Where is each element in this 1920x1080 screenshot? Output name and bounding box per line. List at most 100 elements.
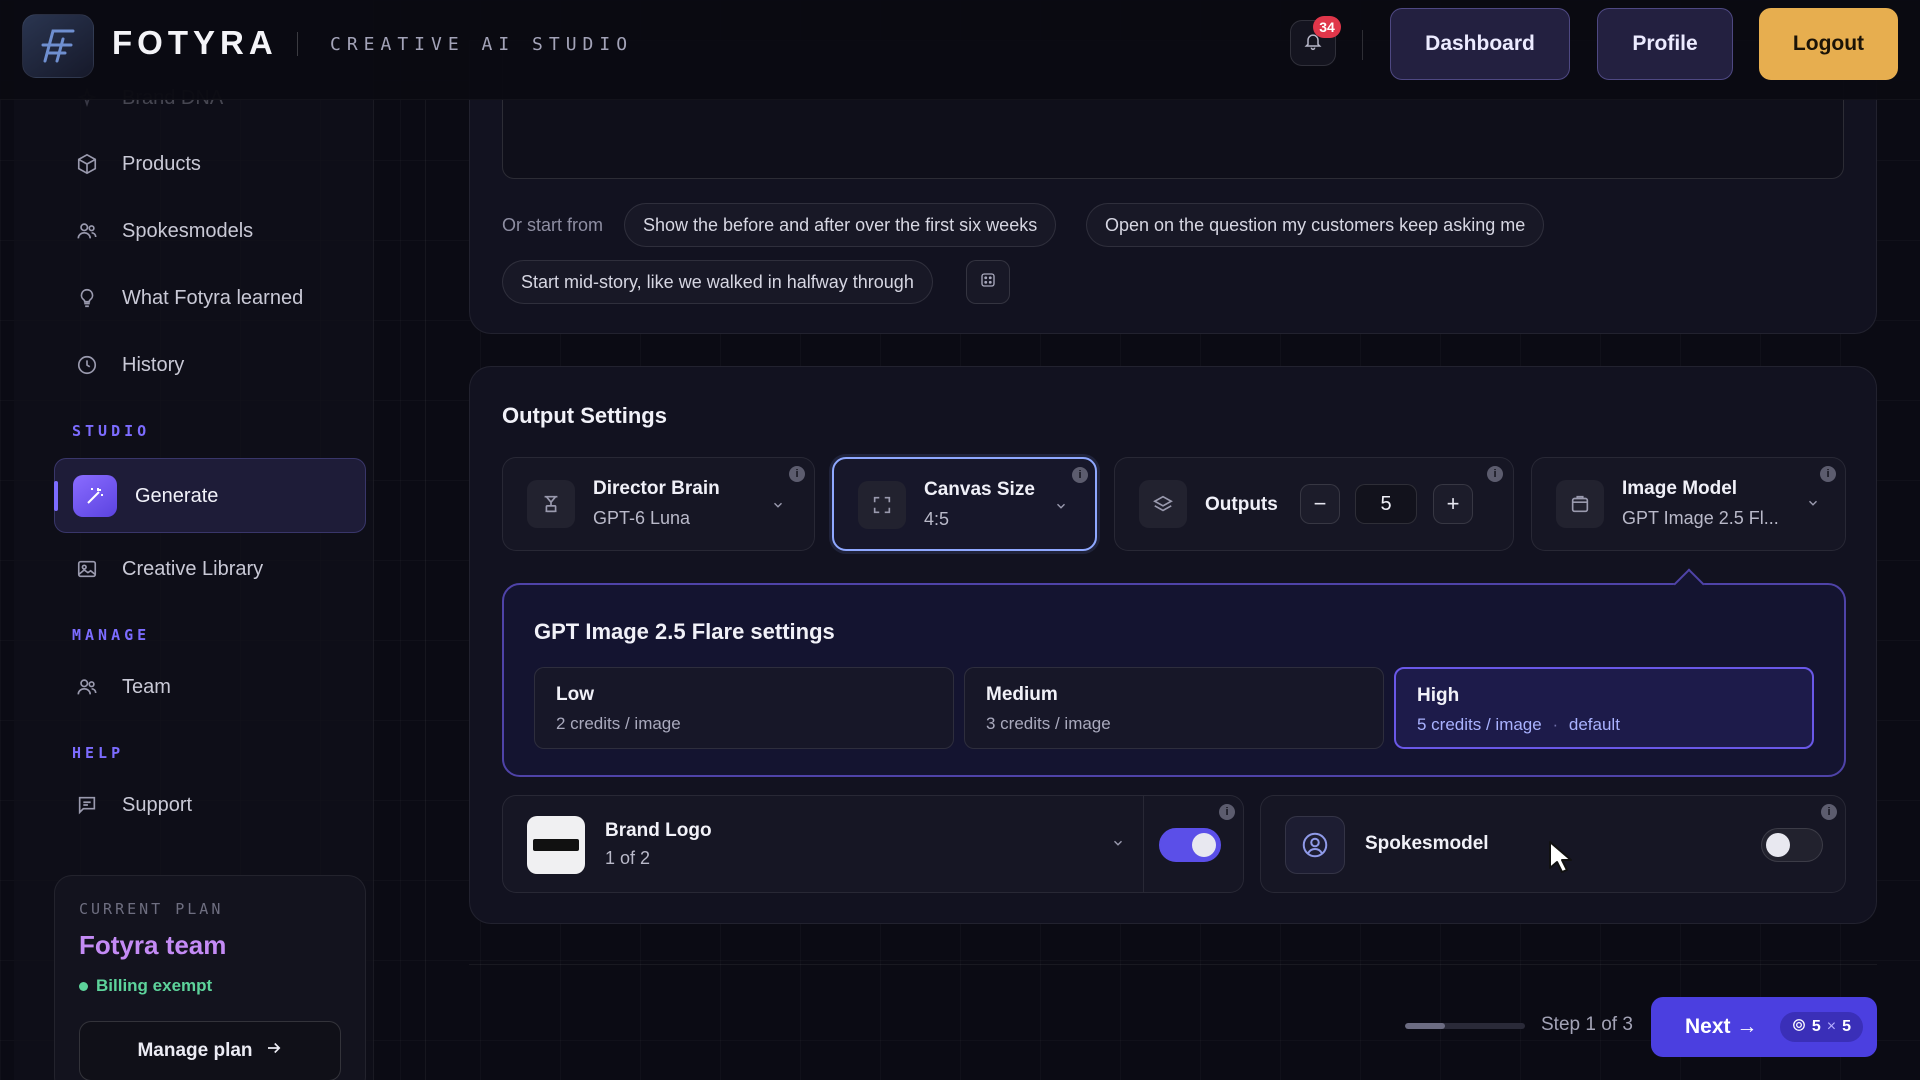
- brain-icon: [527, 480, 575, 528]
- sidebar-item-label: Support: [122, 793, 193, 816]
- brand-tagline: CREATIVE AI STUDIO: [330, 34, 634, 55]
- users-icon: [74, 674, 100, 700]
- footer-divider: [469, 964, 1877, 965]
- outputs-title: Outputs: [1205, 494, 1278, 515]
- dashboard-button[interactable]: Dashboard: [1390, 8, 1570, 80]
- next-label: Next →: [1685, 1015, 1758, 1038]
- sidebar-item-what-fotyra-learned[interactable]: What Fotyra learned: [74, 278, 303, 318]
- multiply-sign: ×: [1826, 1018, 1837, 1035]
- layers-icon: [1139, 480, 1187, 528]
- quality-credits: 2 credits / image: [556, 714, 681, 733]
- manage-plan-label: Manage plan: [137, 1040, 253, 1061]
- chevron-down-icon: [1054, 499, 1068, 518]
- header-divider: [1362, 30, 1363, 60]
- logout-button[interactable]: Logout: [1759, 8, 1898, 80]
- outputs-increment-button[interactable]: +: [1433, 484, 1473, 524]
- plan-name: Fotyra team: [79, 930, 227, 960]
- director-brain-select[interactable]: Director Brain GPT-6 Luna i: [502, 457, 815, 551]
- quality-credits: 5 credits / image · default: [1417, 715, 1620, 735]
- quality-name: Medium: [986, 684, 1058, 705]
- outputs-count-input[interactable]: 5: [1355, 484, 1417, 524]
- expand-icon: [858, 481, 906, 529]
- image-model-select[interactable]: Image Model GPT Image 2.5 Fl... i: [1531, 457, 1846, 551]
- sidebar-item-team[interactable]: Team: [74, 667, 171, 707]
- plan-label: CURRENT PLAN: [79, 900, 224, 918]
- image-model-value: GPT Image 2.5 Fl...: [1622, 508, 1779, 528]
- director-brain-value: GPT-6 Luna: [593, 508, 691, 528]
- suggestion-chip[interactable]: Show the before and after over the first…: [624, 203, 1057, 247]
- top-header: FOTYRA CREATIVE AI STUDIO 34 Dashboard P…: [0, 0, 1920, 100]
- mouse-pointer-icon: [1548, 840, 1574, 879]
- coin-icon: [1792, 1018, 1806, 1037]
- flare-settings-title: GPT Image 2.5 Flare settings: [534, 619, 835, 644]
- quality-credits-text: 5 credits / image: [1417, 715, 1542, 734]
- billing-status: Billing exempt: [79, 976, 212, 996]
- quality-option-high[interactable]: High 5 credits / image · default: [1394, 667, 1814, 749]
- output-settings-title: Output Settings: [502, 403, 667, 428]
- outputs-stepper: Outputs − 5 + i: [1114, 457, 1514, 551]
- image-model-title: Image Model: [1622, 478, 1738, 499]
- shuffle-suggestions-button[interactable]: [966, 260, 1010, 304]
- sidebar-item-spokesmodels[interactable]: Spokesmodels: [74, 211, 253, 251]
- info-icon[interactable]: i: [1072, 467, 1088, 483]
- info-icon[interactable]: i: [1487, 466, 1503, 482]
- sidebar-item-label: History: [122, 353, 185, 376]
- brand-logo-card: Brand Logo 1 of 2 i: [502, 795, 1244, 893]
- quality-name: Low: [556, 684, 594, 705]
- chevron-down-icon: [771, 498, 785, 517]
- spokesmodel-toggle[interactable]: [1761, 828, 1823, 862]
- lightbulb-icon: [74, 285, 100, 311]
- section-label-help: HELP: [72, 744, 125, 762]
- fotyra-logo-icon[interactable]: [22, 14, 94, 78]
- current-plan-card: CURRENT PLAN Fotyra team Billing exempt …: [54, 875, 366, 1080]
- sidebar-item-label: Spokesmodels: [122, 219, 254, 242]
- manage-plan-button[interactable]: Manage plan: [79, 1021, 341, 1080]
- credit-cost-badge: 5 × 5: [1779, 1012, 1863, 1042]
- sidebar-item-label: What Fotyra learned: [122, 286, 304, 309]
- info-icon[interactable]: i: [1219, 804, 1235, 820]
- quality-credits: 3 credits / image: [986, 714, 1111, 733]
- notification-badge: 34: [1313, 16, 1341, 38]
- info-icon[interactable]: i: [789, 466, 805, 482]
- clock-icon: [74, 352, 100, 378]
- step-progress-bar: [1405, 1023, 1525, 1029]
- start-from-label: Or start from: [502, 215, 604, 235]
- sidebar-item-support[interactable]: Support: [74, 785, 192, 825]
- brand-logo-thumbnail: [527, 816, 585, 874]
- brand-logo-count: 1 of 2: [605, 848, 651, 868]
- outputs-decrement-button[interactable]: −: [1300, 484, 1340, 524]
- brand-logo-toggle[interactable]: [1159, 828, 1221, 862]
- brand-logo-title: Brand Logo: [605, 820, 712, 841]
- sidebar-item-products[interactable]: Products: [74, 144, 201, 184]
- step-indicator: Step 1 of 3: [1541, 1014, 1633, 1035]
- sidebar-item-generate[interactable]: Generate: [54, 458, 366, 533]
- quality-separator: ·: [1552, 715, 1559, 734]
- chevron-down-icon[interactable]: [1111, 836, 1125, 855]
- magic-wand-icon: [73, 475, 117, 517]
- sidebar-rail: [425, 100, 426, 1080]
- info-icon[interactable]: i: [1820, 466, 1836, 482]
- quality-option-low[interactable]: Low 2 credits / image: [534, 667, 954, 749]
- info-icon[interactable]: i: [1821, 804, 1837, 820]
- suggestion-chip[interactable]: Start mid-story, like we walked in halfw…: [502, 260, 933, 304]
- next-button[interactable]: Next → 5 × 5: [1651, 997, 1877, 1057]
- sidebar: Brand DNA Products Spokesmodels What Fot…: [14, 0, 374, 1080]
- brand-name: FOTYRA: [112, 24, 278, 61]
- sidebar-item-creative-library[interactable]: Creative Library: [74, 549, 263, 589]
- step-progress-fill: [1405, 1023, 1445, 1029]
- sidebar-item-label: Products: [122, 152, 201, 175]
- arrow-right-icon: [265, 1039, 283, 1063]
- quality-name: High: [1417, 685, 1460, 706]
- sidebar-item-label: Team: [122, 675, 171, 698]
- profile-button[interactable]: Profile: [1597, 8, 1733, 80]
- output-settings-panel: Output Settings Director Brain GPT-6 Lun…: [469, 366, 1877, 924]
- sidebar-item-history[interactable]: History: [74, 345, 184, 385]
- quality-option-medium[interactable]: Medium 3 credits / image: [964, 667, 1384, 749]
- chevron-down-icon: [1806, 496, 1820, 515]
- suggestion-chip[interactable]: Open on the question my customers keep a…: [1086, 203, 1545, 247]
- director-brain-title: Director Brain: [593, 478, 720, 499]
- dice-icon: [979, 271, 997, 294]
- section-label-studio: STUDIO: [72, 422, 151, 440]
- model-quality-settings: GPT Image 2.5 Flare settings Low 2 credi…: [502, 568, 1846, 777]
- canvas-size-select[interactable]: Canvas Size 4:5 i: [832, 457, 1097, 551]
